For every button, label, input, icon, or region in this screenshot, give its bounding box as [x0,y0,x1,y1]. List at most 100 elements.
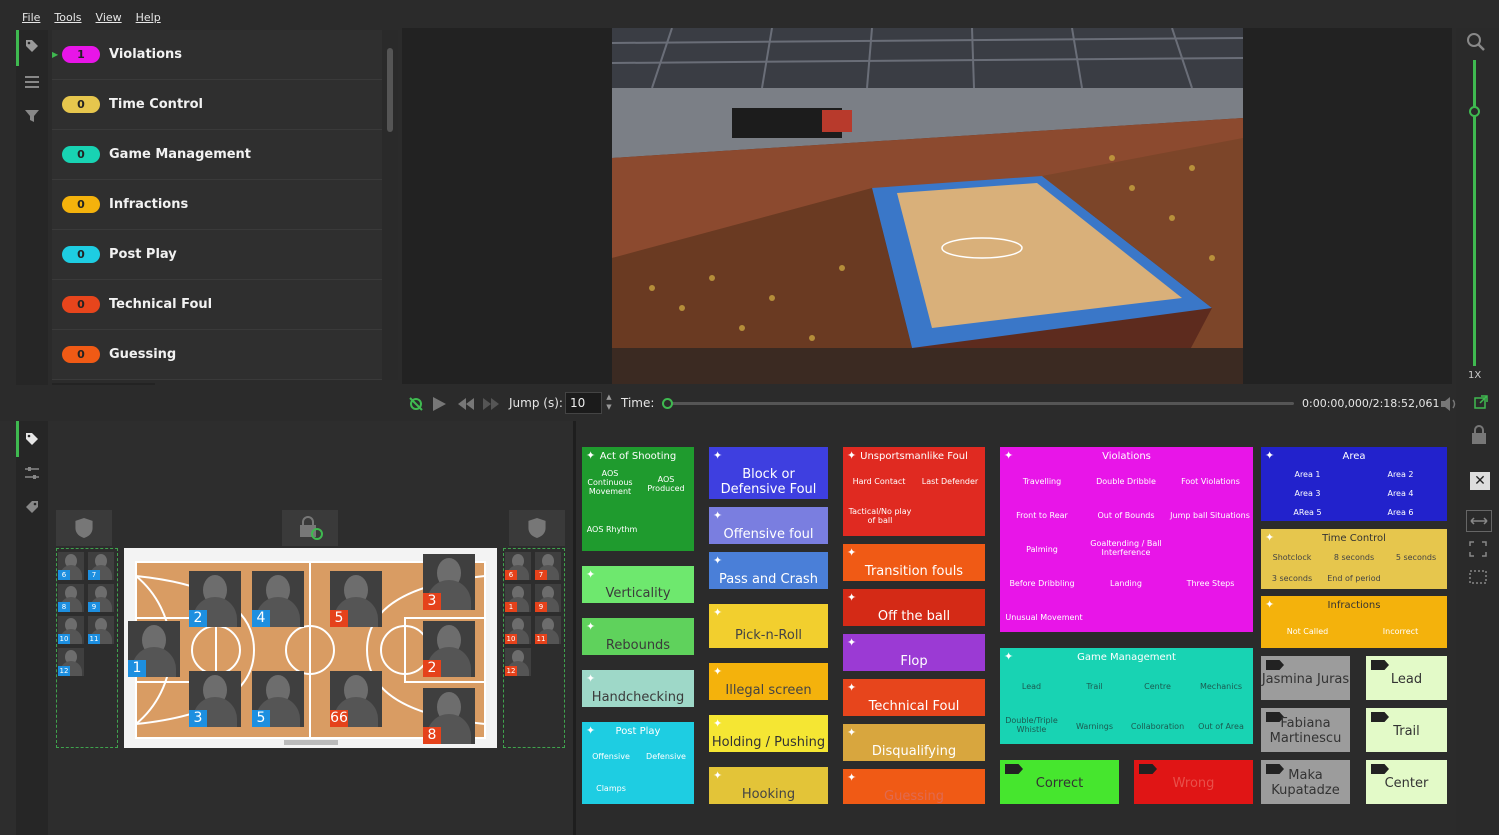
menu-help[interactable]: Help [136,11,161,24]
search-icon[interactable] [1466,32,1486,56]
trail-button[interactable]: Trail [1366,708,1447,752]
bench-player[interactable]: 1 [505,584,531,612]
game-management-button[interactable]: ✦ Game Management Lead Trail Centre Mechanics… [1000,648,1253,744]
hooking-button[interactable]: ✦ Hooking [709,767,828,804]
sub-tag[interactable]: AOS Continuous Movement [584,469,636,496]
filter-icon[interactable] [24,108,40,124]
block-defensive-foul-button[interactable]: ✦ Block or Defensive Foul [709,447,828,499]
close-icon[interactable]: ✕ [1470,472,1490,490]
lock-layout-icon[interactable] [1468,424,1490,450]
disqualifying-button[interactable]: ✦ Disqualifying [843,724,985,761]
sub-tag[interactable]: Mechanics [1189,682,1253,691]
fullscreen-icon[interactable] [1468,540,1488,562]
sub-tag[interactable]: Area 3 [1261,489,1354,498]
infractions-button[interactable]: ✦ Infractions Not Called Incorrect [1261,596,1447,648]
referee-1-button[interactable]: Jasmina Juras [1261,656,1350,700]
bench-player[interactable]: 8 [58,584,84,612]
category-row[interactable]: 0 Time Control [52,80,382,130]
fit-width-icon[interactable] [1466,510,1492,532]
court-player[interactable]: 3 [423,554,475,610]
play-icon[interactable] [430,395,448,417]
bench-player[interactable]: 6 [505,552,531,580]
menu-tools[interactable]: Tools [54,11,81,24]
sub-tag[interactable]: Centre [1126,682,1189,691]
bench-player[interactable]: 7 [535,552,561,580]
sub-tag[interactable]: Jump ball Situations [1166,511,1253,520]
frame-icon[interactable] [1468,568,1488,590]
list-icon[interactable] [24,74,40,90]
sub-tag[interactable]: Offensive [584,752,638,761]
referee-3-button[interactable]: Maka Kupatadze [1261,760,1350,804]
court-player[interactable]: 8 [423,688,475,744]
verticality-button[interactable]: ✦ Verticality [582,566,694,603]
pick-n-roll-button[interactable]: ✦ Pick-n-Roll [709,604,828,648]
jump-seconds-input[interactable]: 10 [565,392,602,414]
video-frame[interactable] [612,28,1243,384]
category-row[interactable]: 1 Violations [52,30,382,80]
off-the-ball-button[interactable]: ✦ Off the ball [843,589,985,626]
sub-tag[interactable]: Defensive [638,752,694,761]
court-player[interactable]: 66 [330,671,382,727]
sub-tag[interactable]: Double/Triple Whistle [1000,716,1063,734]
bench-player[interactable]: 9 [535,584,561,612]
court-player[interactable]: 2 [423,621,475,677]
sub-tag[interactable]: Area 2 [1354,470,1447,479]
sub-tag[interactable]: 5 seconds [1385,553,1447,562]
sync-off-icon[interactable] [408,396,424,416]
sub-tag[interactable]: ARea 5 [1261,508,1354,517]
pass-and-crash-button[interactable]: ✦ Pass and Crash [709,552,828,589]
sub-tag[interactable]: Double Dribble [1084,477,1168,486]
settings-sliders-icon[interactable] [24,465,40,481]
home-team-shield[interactable] [56,510,112,546]
sub-tag[interactable]: Not Called [1261,627,1354,636]
volume-icon[interactable] [1440,396,1458,416]
zoom-slider-handle[interactable] [1469,106,1480,117]
category-row[interactable]: 0 Game Management [52,130,382,180]
timeline-handle[interactable] [662,398,673,409]
lead-button[interactable]: Lead [1366,656,1447,700]
court-player[interactable]: 3 [189,671,241,727]
swap-teams-button[interactable] [282,510,338,546]
sub-tag[interactable]: Clamps [584,784,638,793]
sub-tag[interactable]: Tactical/No play of ball [845,507,915,525]
sub-tag[interactable]: Area 1 [1261,470,1354,479]
center-button[interactable]: Center [1366,760,1447,804]
away-team-shield[interactable] [509,510,565,546]
guessing-button[interactable]: ✦ Guessing [843,769,985,804]
sub-tag[interactable]: End of period [1323,574,1385,583]
technical-foul-button[interactable]: ✦ Technical Foul [843,679,985,716]
timeline-scrubber[interactable] [668,402,1294,405]
rebounds-button[interactable]: ✦ Rebounds [582,618,694,655]
sub-tag[interactable]: Palming [1000,545,1084,554]
bench-player[interactable]: 12 [58,648,84,676]
sub-tag[interactable]: Last Defender [915,477,985,486]
sub-tag[interactable]: Hard Contact [845,477,913,486]
bench-player[interactable]: 11 [88,616,114,644]
sub-tag[interactable]: Out of Bounds [1084,511,1168,520]
bench-player[interactable]: 10 [58,616,84,644]
tag-icon[interactable] [24,431,40,447]
area-button[interactable]: ✦ Area Area 1 Area 2 Area 3 Area 4 ARea 5 Area … [1261,447,1447,521]
sub-tag[interactable]: Three Steps [1168,579,1253,588]
handchecking-button[interactable]: ✦ Handchecking [582,670,694,707]
court-player[interactable]: 5 [252,671,304,727]
holding-pushing-button[interactable]: ✦ Holding / Pushing [709,715,828,752]
rewind-icon[interactable] [456,396,476,416]
wrong-button[interactable]: Wrong [1134,760,1253,804]
bench-player[interactable]: 7 [88,552,114,580]
post-play-button[interactable]: ✦ Post Play Offensive Defensive Clamps [582,722,694,804]
time-control-button[interactable]: ✦ Time Control Shotclock 8 seconds 5 seconds… [1261,529,1447,589]
expand-arrow-icon[interactable]: ▶ [52,50,58,59]
sub-tag[interactable]: 3 seconds [1261,574,1323,583]
sub-tag[interactable]: Shotclock [1261,553,1323,562]
court-player[interactable]: 4 [252,571,304,627]
sub-tag[interactable]: Out of Area [1189,722,1253,731]
category-row[interactable]: 0 Post Play [52,230,382,280]
sub-tag[interactable]: Goaltending / Ball Interference [1084,539,1168,557]
sub-tag[interactable]: Warnings [1063,722,1126,731]
unsportsmanlike-foul-button[interactable]: ✦ Unsportsmanlike Foul Hard Contact Last De… [843,447,985,536]
bench-player[interactable]: 11 [535,616,561,644]
tag-icon[interactable] [24,38,40,54]
act-of-shooting-button[interactable]: ✦ Act of Shooting AOS Continuous Movement A… [582,447,694,551]
category-row[interactable]: 0 Infractions [52,180,382,230]
